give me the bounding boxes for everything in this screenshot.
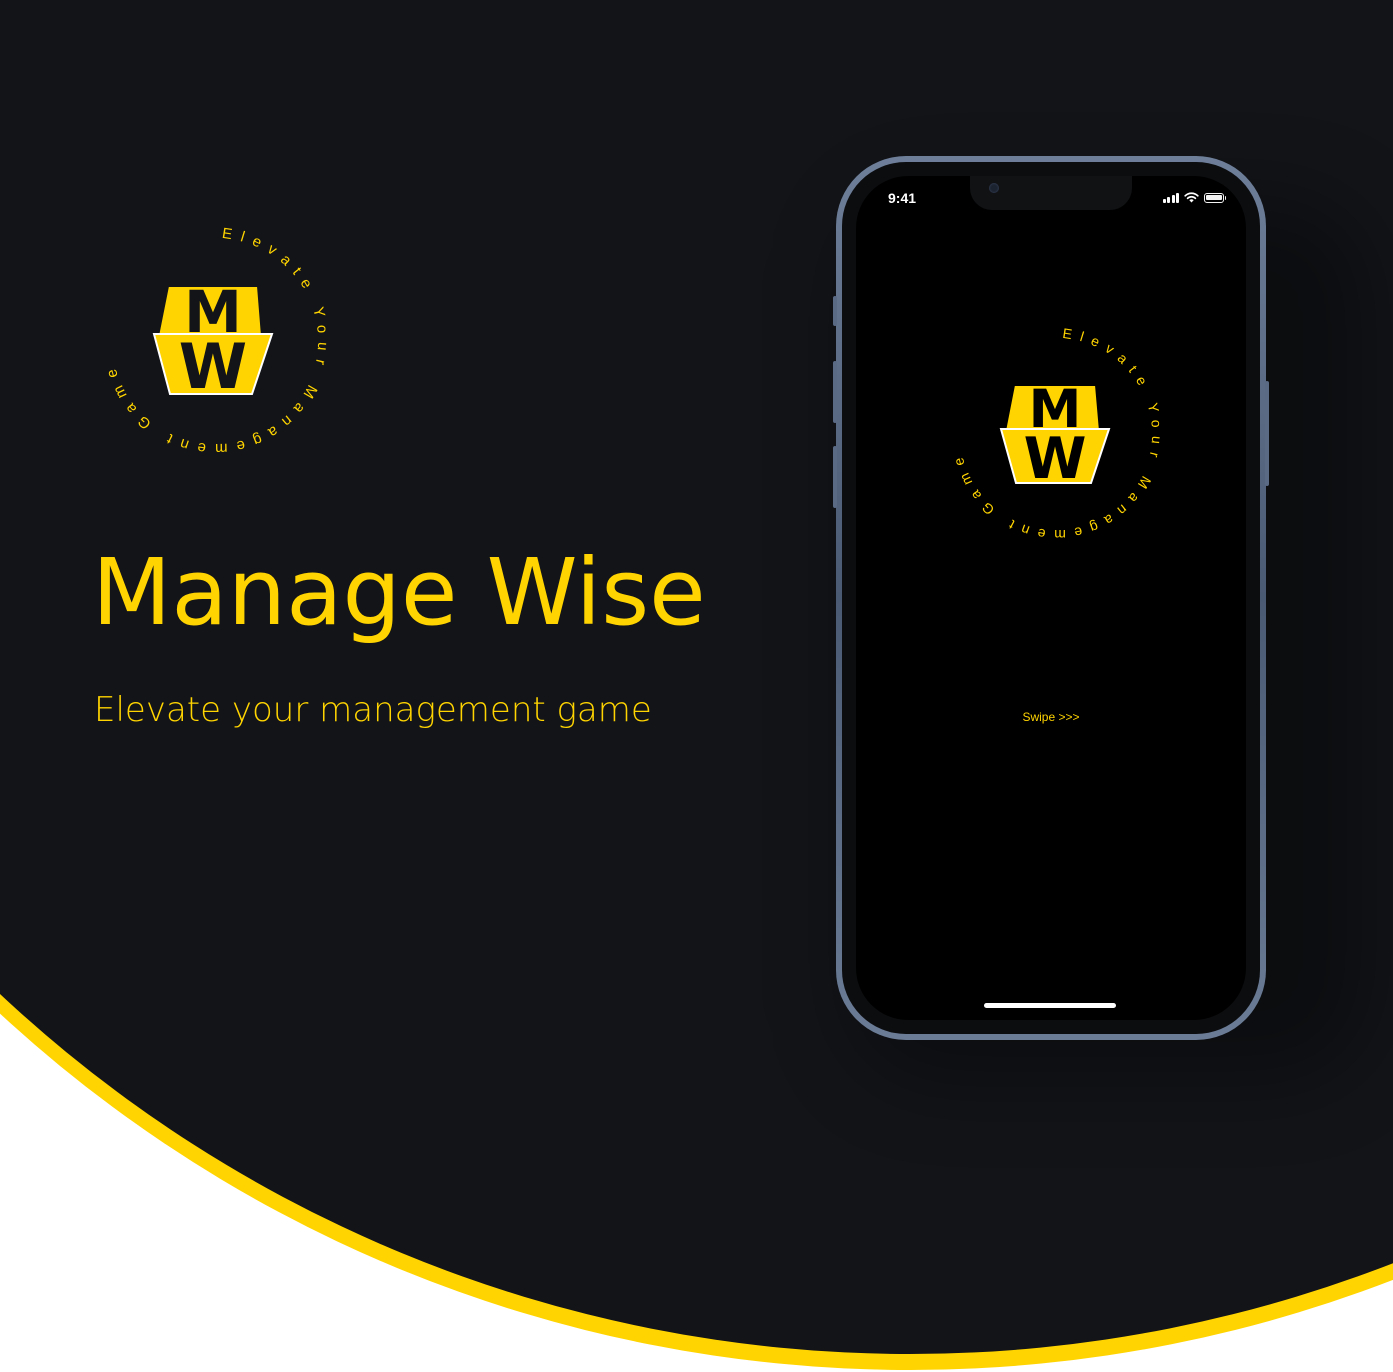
page-title: Manage Wise bbox=[92, 539, 706, 646]
swipe-hint[interactable]: Swipe >>> bbox=[856, 710, 1246, 724]
page-subtitle: Elevate your management game bbox=[94, 690, 652, 730]
brand-monogram: M W bbox=[152, 278, 274, 403]
phone-volume-up-button bbox=[833, 361, 837, 423]
app-monogram: M W bbox=[999, 379, 1111, 492]
home-indicator[interactable] bbox=[984, 1003, 1116, 1008]
promo-canvas: Elevate Your Management Game M W Manage … bbox=[0, 0, 1393, 1372]
phone-mockup: 9:41 Elevate Your Management Game M W Sw… bbox=[833, 156, 1269, 1040]
app-monogram-bottom: W bbox=[1024, 426, 1087, 492]
phone-notch bbox=[970, 176, 1132, 210]
phone-power-button bbox=[1265, 381, 1269, 486]
wifi-icon bbox=[1184, 192, 1199, 203]
battery-icon bbox=[1204, 192, 1226, 203]
camera-icon bbox=[989, 183, 999, 193]
brand-logo-icon: Elevate Your Management Game M W bbox=[101, 225, 323, 457]
app-logo-icon: Elevate Your Management Game M W bbox=[948, 325, 1157, 543]
phone-screen[interactable]: 9:41 Elevate Your Management Game M W Sw… bbox=[856, 176, 1246, 1020]
status-bar-time: 9:41 bbox=[888, 190, 917, 206]
status-bar-icons bbox=[1162, 192, 1226, 203]
phone-mute-switch bbox=[833, 296, 837, 326]
phone-bezel: 9:41 Elevate Your Management Game M W Sw… bbox=[842, 162, 1260, 1034]
phone-volume-down-button bbox=[833, 446, 837, 508]
brand-monogram-bottom: W bbox=[179, 330, 247, 403]
cellular-signal-icon bbox=[1162, 192, 1179, 203]
